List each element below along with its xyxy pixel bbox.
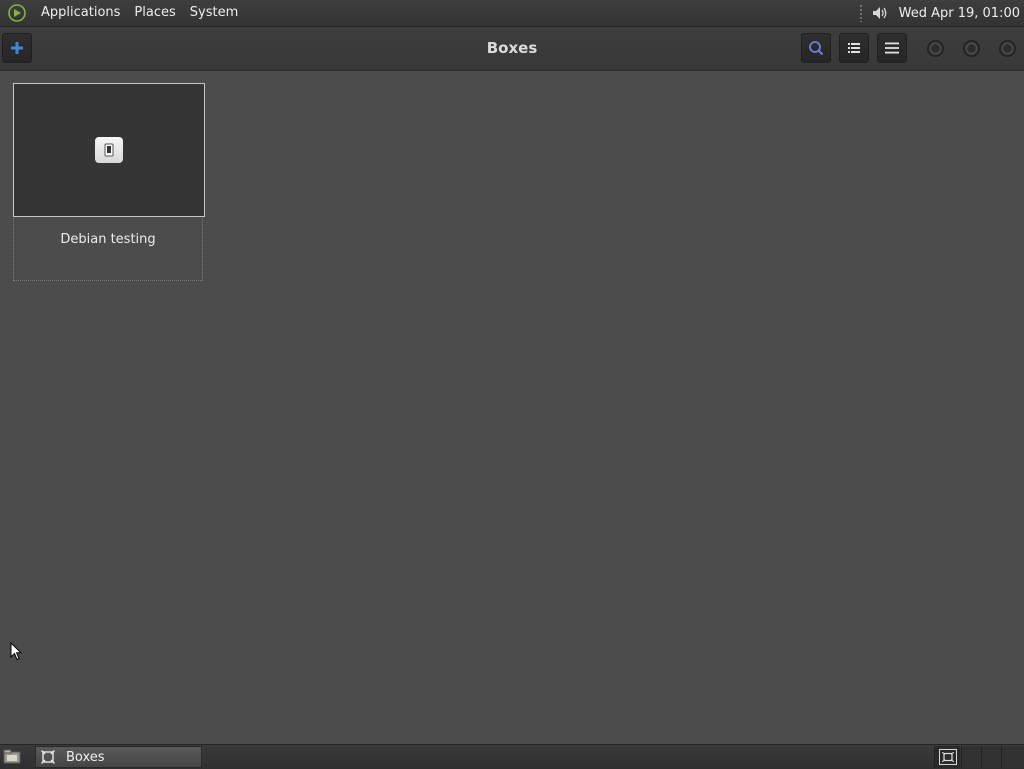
hamburger-menu-icon	[885, 42, 899, 54]
system-menu[interactable]: System	[183, 0, 245, 26]
maximize-window-button[interactable]	[963, 40, 980, 57]
volume-icon[interactable]	[869, 2, 891, 24]
taskbar-item-label: Boxes	[66, 749, 105, 765]
box-item-debian-testing[interactable]: Debian testing	[13, 83, 205, 281]
taskbar-item-boxes[interactable]: Boxes	[35, 746, 202, 768]
workspace-2[interactable]	[961, 746, 981, 768]
workspace-3[interactable]	[981, 746, 1001, 768]
workspace-4[interactable]	[1001, 746, 1024, 768]
close-window-button[interactable]	[999, 40, 1016, 57]
bottom-panel: Boxes	[0, 744, 1024, 769]
menu-button[interactable]	[877, 33, 907, 63]
minimize-window-button[interactable]	[927, 40, 944, 57]
top-panel: Applications Places System Wed Apr 19, 0…	[0, 0, 1024, 27]
workspace-1[interactable]	[934, 746, 960, 768]
window-title: Boxes	[486, 39, 538, 57]
box-thumbnail[interactable]	[13, 83, 205, 217]
list-view-button[interactable]	[839, 33, 869, 63]
boxes-app-icon	[40, 749, 56, 765]
clock[interactable]: Wed Apr 19, 01:00	[899, 6, 1020, 21]
headerbar: Boxes	[0, 27, 1024, 71]
box-name-label: Debian testing	[60, 232, 156, 247]
machine-status-icon	[95, 137, 123, 163]
mouse-pointer-icon	[10, 641, 23, 665]
list-icon	[848, 43, 860, 53]
panel-tray: Wed Apr 19, 01:00	[858, 0, 1024, 26]
workspace-window-preview-icon	[938, 749, 957, 765]
applications-menu[interactable]: Applications	[34, 0, 127, 26]
distro-logo-icon[interactable]	[6, 2, 28, 24]
places-menu[interactable]: Places	[127, 0, 182, 26]
boxes-collection-view: Debian testing	[0, 71, 1024, 743]
panel-grip-handle[interactable]	[858, 4, 863, 22]
show-desktop-icon[interactable]	[2, 748, 22, 765]
search-button[interactable]	[801, 33, 831, 63]
search-icon	[809, 41, 824, 56]
